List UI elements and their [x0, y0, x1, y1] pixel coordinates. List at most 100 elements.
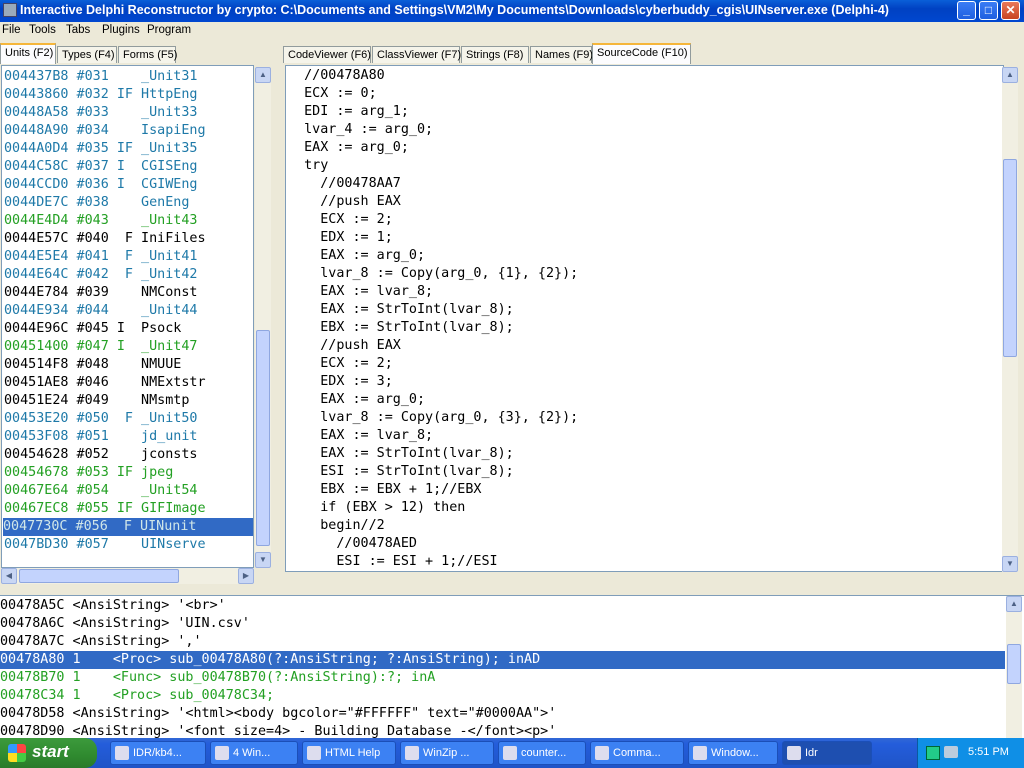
task-label: WinZip ...: [423, 747, 470, 759]
scroll-up-icon[interactable]: ▲: [255, 67, 271, 83]
taskbar-button[interactable]: HTML Help: [302, 741, 396, 765]
minimize-button[interactable]: _: [957, 1, 976, 20]
maximize-button[interactable]: □: [979, 1, 998, 20]
output-row[interactable]: 00478D58 <AnsiString> '<html><body bgcol…: [0, 705, 556, 723]
names-output-pane[interactable]: 00478A5C <AnsiString> '<br>' 00478A6C <An…: [0, 595, 1024, 739]
source-line: ESI := ESI + 1;//ESI: [288, 554, 498, 569]
source-line: EAX := lvar_8;: [288, 284, 434, 299]
tab-strings[interactable]: Strings (F8): [461, 46, 529, 63]
scroll-right-icon[interactable]: ▶: [238, 568, 254, 584]
unit-row[interactable]: 00454678 #053 IF jpeg: [4, 464, 173, 482]
unit-row[interactable]: 0044A0D4 #035 IF _Unit35: [4, 140, 197, 158]
output-row[interactable]: 00478A7C <AnsiString> ',': [0, 633, 202, 651]
unit-row[interactable]: 004514F8 #048 NMUUE: [4, 356, 181, 374]
unit-row[interactable]: 0044E4D4 #043 _Unit43: [4, 212, 197, 230]
tab-codeviewer[interactable]: CodeViewer (F6): [283, 46, 371, 63]
source-line: EAX := arg_0;: [288, 248, 426, 263]
unit-row[interactable]: 0044E784 #039 NMConst: [4, 284, 197, 302]
clock: 5:51 PM: [968, 746, 1009, 758]
taskbar-button[interactable]: IDR/kb4...: [110, 741, 206, 765]
unit-row[interactable]: 0044E57C #040 F IniFiles: [4, 230, 206, 248]
taskbar: start IDR/kb4... 4 Win... HTML Help WinZip …: [0, 738, 1024, 768]
source-line: begin//2: [288, 518, 385, 533]
source-line: ECX := 0;: [288, 86, 377, 101]
left-tab-strip: Units (F2) Types (F4) Forms (F5): [0, 43, 280, 64]
unit-row[interactable]: 0044E96C #045 I Psock: [4, 320, 181, 338]
tab-units[interactable]: Units (F2): [0, 43, 56, 64]
tab-forms[interactable]: Forms (F5): [118, 46, 177, 63]
menu-file[interactable]: File: [2, 24, 21, 36]
start-button[interactable]: start: [0, 738, 97, 768]
task-app-icon: [405, 746, 419, 760]
tab-classviewer[interactable]: ClassViewer (F7): [372, 46, 461, 63]
scroll-left-icon[interactable]: ◀: [1, 568, 17, 584]
tab-names[interactable]: Names (F9): [530, 46, 593, 63]
tray-app-icon[interactable]: [926, 746, 940, 760]
tab-sourcecode[interactable]: SourceCode (F10): [592, 43, 691, 64]
source-line: EDX := 1;: [288, 230, 393, 245]
source-code-pane[interactable]: //00478A80 ECX := 0; EDI := arg_1; lvar_…: [285, 65, 1004, 572]
unit-row[interactable]: 00467EC8 #055 IF GIFImage: [4, 500, 206, 518]
scroll-thumb[interactable]: [1007, 644, 1021, 684]
taskbar-button[interactable]: Window...: [688, 741, 778, 765]
source-line: ESI := StrToInt(lvar_8);: [288, 464, 514, 479]
units-list[interactable]: 004437B8 #031 _Unit31 00443860 #032 IF Ht…: [1, 65, 254, 568]
output-row[interactable]: 00478A6C <AnsiString> 'UIN.csv': [0, 615, 250, 633]
output-row[interactable]: 00478A5C <AnsiString> '<br>': [0, 597, 226, 615]
source-line: EAX := StrToInt(lvar_8);: [288, 302, 514, 317]
unit-row[interactable]: 0047730C #056 F UINunit: [3, 518, 253, 536]
unit-row[interactable]: 00451E24 #049 NMsmtp: [4, 392, 189, 410]
windows-flag-icon: [8, 744, 26, 762]
unit-row[interactable]: 00443860 #032 IF HttpEng: [4, 86, 197, 104]
output-row[interactable]: 00478C34 1 <Proc> sub_00478C34;: [0, 687, 274, 705]
scroll-thumb[interactable]: [256, 330, 270, 546]
scroll-down-icon[interactable]: ▼: [1002, 556, 1018, 572]
unit-row[interactable]: 0044E5E4 #041 F _Unit41: [4, 248, 197, 266]
network-icon[interactable]: [944, 746, 958, 758]
scroll-down-icon[interactable]: ▼: [255, 552, 271, 568]
unit-row[interactable]: 0044E934 #044 _Unit44: [4, 302, 197, 320]
right-tab-strip: CodeViewer (F6) ClassViewer (F7) Strings…: [283, 43, 1023, 64]
hscroll-thumb[interactable]: [19, 569, 179, 583]
output-row[interactable]: 00478B70 1 <Func> sub_00478B70(?:AnsiStr…: [0, 669, 435, 687]
output-row[interactable]: 00478A80 1 <Proc> sub_00478A80(?:AnsiStr…: [0, 651, 1005, 669]
close-button[interactable]: ✕: [1001, 1, 1020, 20]
menu-plugins[interactable]: Plugins: [102, 24, 140, 36]
source-line: EDI := arg_1;: [288, 104, 409, 119]
tab-types[interactable]: Types (F4): [57, 46, 117, 63]
menu-tools[interactable]: Tools: [29, 24, 56, 36]
unit-row[interactable]: 004437B8 #031 _Unit31: [4, 68, 197, 86]
unit-row[interactable]: 00467E64 #054 _Unit54: [4, 482, 197, 500]
unit-row[interactable]: 00448A58 #033 _Unit33: [4, 104, 197, 122]
unit-row[interactable]: 00453F08 #051 jd_unit: [4, 428, 197, 446]
title-bar[interactable]: Interactive Delphi Reconstructor by cryp…: [0, 0, 1024, 22]
unit-row[interactable]: 0044CCD0 #036 I CGIWEng: [4, 176, 197, 194]
unit-row[interactable]: 0047BD30 #057 UINserve: [4, 536, 206, 554]
output-row[interactable]: 00478D90 <AnsiString> '<font size=4> - B…: [0, 723, 556, 739]
unit-row[interactable]: 0044DE7C #038 GenEng: [4, 194, 189, 212]
unit-row[interactable]: 0044C58C #037 I CGISEng: [4, 158, 197, 176]
taskbar-button[interactable]: WinZip ...: [400, 741, 494, 765]
menu-program[interactable]: Program: [147, 24, 191, 36]
source-scrollbar[interactable]: ▲ ▼: [1002, 67, 1018, 572]
taskbar-button[interactable]: Idr: [782, 741, 872, 765]
units-scrollbar[interactable]: ▲ ▼: [255, 67, 271, 568]
taskbar-button[interactable]: 4 Win...: [210, 741, 298, 765]
source-line: EAX := arg_0;: [288, 140, 409, 155]
units-hscrollbar[interactable]: ◀ ▶: [1, 568, 254, 584]
taskbar-button[interactable]: counter...: [498, 741, 586, 765]
task-label: counter...: [521, 747, 567, 759]
scroll-up-icon[interactable]: ▲: [1002, 67, 1018, 83]
unit-row[interactable]: 00451AE8 #046 NMExtstr: [4, 374, 206, 392]
unit-row[interactable]: 00453E20 #050 F _Unit50: [4, 410, 197, 428]
bottom-scrollbar[interactable]: ▲: [1006, 596, 1022, 738]
scroll-thumb[interactable]: [1003, 159, 1017, 357]
taskbar-button[interactable]: Comma...: [590, 741, 684, 765]
unit-row[interactable]: 0044E64C #042 F _Unit42: [4, 266, 197, 284]
source-line: EAX := arg_0;: [288, 392, 426, 407]
unit-row[interactable]: 00448A90 #034 IsapiEng: [4, 122, 206, 140]
scroll-up-icon[interactable]: ▲: [1006, 596, 1022, 612]
unit-row[interactable]: 00451400 #047 I _Unit47: [4, 338, 197, 356]
unit-row[interactable]: 00454628 #052 jconsts: [4, 446, 197, 464]
menu-tabs[interactable]: Tabs: [66, 24, 90, 36]
